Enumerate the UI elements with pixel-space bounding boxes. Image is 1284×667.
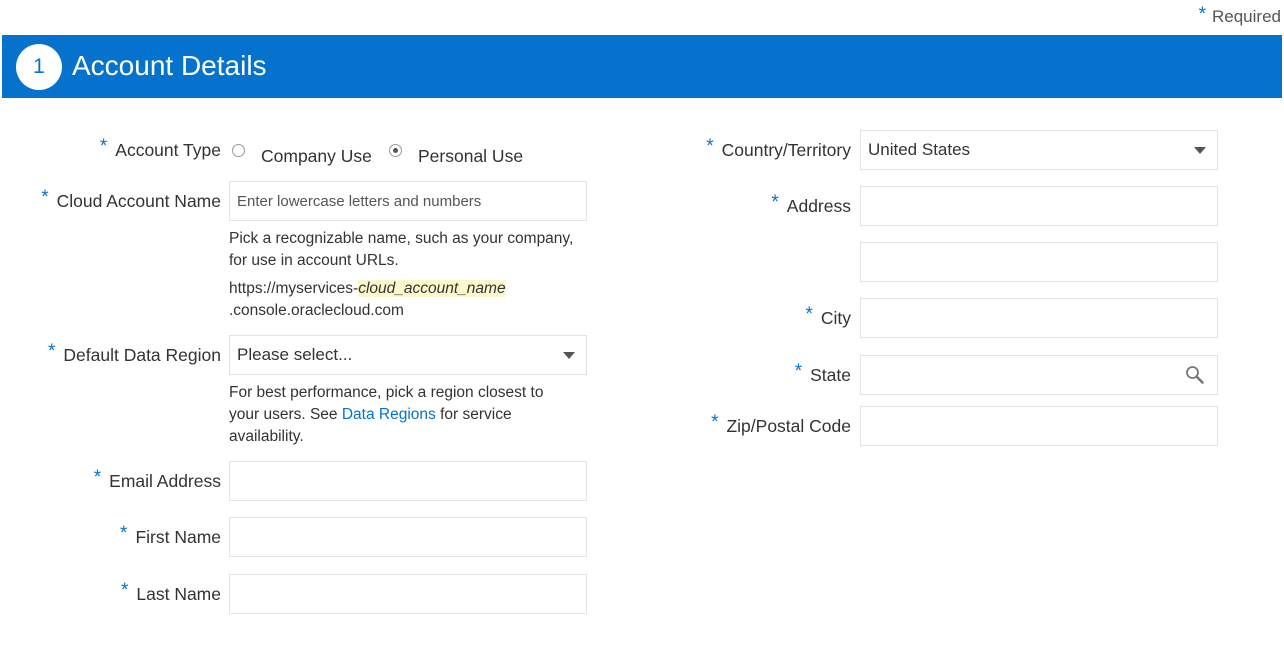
- city-input[interactable]: [861, 299, 1217, 337]
- account-url-example: https://myservices-cloud_account_name .c…: [229, 280, 506, 319]
- default-data-region-select[interactable]: Please select...: [229, 335, 587, 375]
- personal-use-label[interactable]: Personal Use: [418, 146, 523, 167]
- email-address-input[interactable]: [230, 462, 586, 500]
- company-use-label[interactable]: Company Use: [261, 146, 372, 167]
- city-label: * City: [805, 304, 851, 328]
- address-label: * Address: [771, 192, 851, 216]
- country-territory-label: * Country/Territory: [706, 136, 851, 160]
- required-star: *: [1198, 4, 1206, 25]
- step-number-badge: 1: [16, 44, 62, 90]
- chevron-down-icon[interactable]: [1194, 147, 1206, 154]
- address-line1-field[interactable]: [860, 186, 1218, 226]
- state-field[interactable]: [860, 355, 1218, 395]
- email-address-label: * Email Address: [93, 467, 221, 491]
- country-territory-select[interactable]: United States: [860, 130, 1218, 170]
- section-title: Account Details: [72, 50, 267, 81]
- last-name-label: * Last Name: [120, 580, 221, 604]
- state-input[interactable]: [861, 356, 1181, 394]
- zip-postal-code-field[interactable]: [860, 406, 1218, 446]
- radio-button-personal-use[interactable]: [389, 144, 402, 157]
- cloud-account-name-field[interactable]: [229, 181, 587, 221]
- chevron-down-icon[interactable]: [563, 352, 575, 359]
- search-icon[interactable]: [1185, 365, 1205, 390]
- company-use-radio[interactable]: [232, 144, 245, 162]
- url-placeholder-highlight: cloud_account_name: [358, 280, 506, 297]
- zip-postal-code-label: * Zip/Postal Code: [711, 412, 851, 436]
- last-name-field[interactable]: [229, 574, 587, 614]
- cloud-account-name-input[interactable]: [230, 182, 586, 220]
- data-regions-link[interactable]: Data Regions: [342, 406, 436, 423]
- cloud-account-name-help: Pick a recognizable name, such as your c…: [229, 230, 574, 269]
- state-label: * State: [794, 361, 851, 385]
- last-name-input[interactable]: [230, 575, 586, 613]
- account-type-label: * Account Type: [99, 136, 221, 160]
- section-header: 1 Account Details: [2, 35, 1282, 98]
- email-address-field[interactable]: [229, 461, 587, 501]
- default-data-region-label: * Default Data Region: [47, 341, 221, 365]
- city-field[interactable]: [860, 298, 1218, 338]
- address-line2-input[interactable]: [861, 243, 1217, 281]
- country-territory-value: United States: [868, 140, 971, 159]
- first-name-label: * First Name: [120, 523, 221, 547]
- required-note: * Required: [1198, 4, 1281, 28]
- first-name-input[interactable]: [230, 518, 586, 556]
- default-data-region-help: For best performance, pick a region clos…: [229, 384, 544, 445]
- zip-postal-code-input[interactable]: [861, 407, 1217, 445]
- cloud-account-name-label: * Cloud Account Name: [41, 187, 221, 211]
- personal-use-radio[interactable]: [389, 144, 402, 162]
- required-text: Required: [1212, 7, 1281, 26]
- radio-button-company-use[interactable]: [232, 144, 245, 157]
- default-data-region-value: Please select...: [237, 345, 353, 364]
- address-line1-input[interactable]: [861, 187, 1217, 225]
- address-line2-field[interactable]: [860, 242, 1218, 282]
- first-name-field[interactable]: [229, 517, 587, 557]
